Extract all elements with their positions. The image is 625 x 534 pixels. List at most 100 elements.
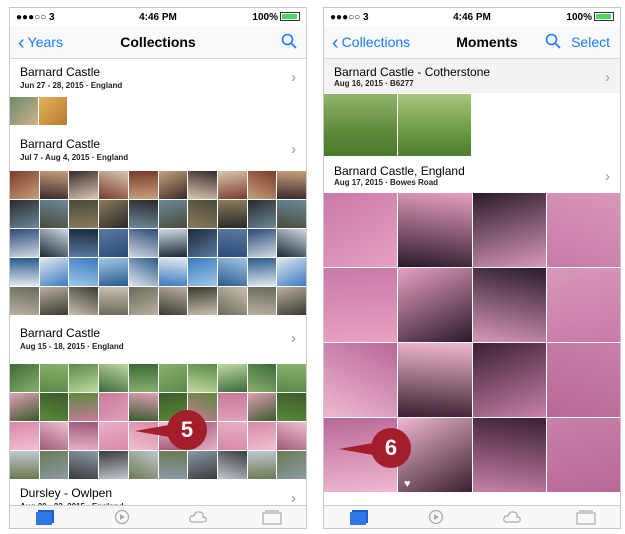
photos-tab-icon[interactable]: [350, 509, 370, 525]
photo-thumbnail[interactable]: [69, 200, 99, 228]
photo-thumbnail[interactable]: [158, 229, 188, 257]
photo-thumbnail[interactable]: [247, 171, 277, 199]
photo-thumbnail[interactable]: [277, 451, 306, 479]
photo-thumbnail[interactable]: [69, 393, 99, 421]
photo-thumbnail[interactable]: [217, 171, 247, 199]
photo-thumbnail[interactable]: [69, 451, 99, 479]
shared-cloud-icon[interactable]: [502, 509, 522, 525]
photo-thumbnail[interactable]: [277, 171, 306, 199]
photo-thumbnail[interactable]: [39, 287, 69, 315]
photo-thumbnail[interactable]: [217, 451, 247, 479]
photo-thumbnail[interactable]: [39, 258, 69, 286]
collection-thumbnails[interactable]: [10, 364, 306, 479]
photo-thumbnail[interactable]: [398, 193, 472, 267]
photo-thumbnail[interactable]: [546, 193, 620, 267]
photo-thumbnail[interactable]: [217, 258, 247, 286]
photos-tab-icon[interactable]: [36, 509, 56, 525]
photo-thumbnail[interactable]: [10, 364, 39, 392]
photo-thumbnail[interactable]: [158, 200, 188, 228]
photo-thumbnail[interactable]: [277, 393, 306, 421]
photo-thumbnail[interactable]: [546, 343, 620, 417]
photo-thumbnail[interactable]: [128, 287, 158, 315]
photo-thumbnail[interactable]: [546, 418, 620, 492]
photo-thumbnail[interactable]: [188, 287, 217, 315]
photo-thumbnail[interactable]: [247, 451, 277, 479]
search-icon[interactable]: [544, 32, 562, 50]
photo-thumbnail[interactable]: [472, 268, 546, 342]
moment-header[interactable]: Barnard Castle, England Aug 17, 2015 · B…: [324, 158, 620, 192]
photo-thumbnail[interactable]: [247, 200, 277, 228]
shared-cloud-icon[interactable]: [188, 509, 208, 525]
collection-header[interactable]: Barnard Castle Jun 27 - 28, 2015 · Engla…: [10, 59, 306, 97]
photo-thumbnail[interactable]: [39, 229, 69, 257]
photo-thumbnail[interactable]: [247, 229, 277, 257]
albums-tab-icon[interactable]: [576, 509, 596, 525]
photo-thumbnail[interactable]: [99, 200, 128, 228]
photo-thumbnail[interactable]: [324, 193, 398, 267]
photo-thumbnail[interactable]: [128, 258, 158, 286]
photo-thumbnail[interactable]: [128, 364, 158, 392]
photo-thumbnail[interactable]: [69, 287, 99, 315]
photo-thumbnail[interactable]: [10, 287, 39, 315]
photo-thumbnail[interactable]: [247, 258, 277, 286]
photo-thumbnail[interactable]: [247, 287, 277, 315]
photo-thumbnail[interactable]: [128, 200, 158, 228]
photo-thumbnail[interactable]: [188, 258, 217, 286]
photo-thumbnail[interactable]: [188, 229, 217, 257]
photo-thumbnail[interactable]: [247, 393, 277, 421]
photo-thumbnail[interactable]: [99, 258, 128, 286]
photo-thumbnail[interactable]: [10, 200, 39, 228]
photo-thumbnail[interactable]: [158, 287, 188, 315]
photo-thumbnail[interactable]: [39, 451, 69, 479]
photo-thumbnail[interactable]: [10, 451, 39, 479]
photo-thumbnail[interactable]: [128, 229, 158, 257]
search-icon[interactable]: [280, 32, 298, 50]
photo-thumbnail[interactable]: [277, 229, 306, 257]
photo-thumbnail[interactable]: [10, 229, 39, 257]
photo-thumbnail[interactable]: [99, 451, 128, 479]
photo-thumbnail[interactable]: [546, 268, 620, 342]
photo-thumbnail[interactable]: [188, 171, 217, 199]
photo-thumbnail[interactable]: [39, 364, 69, 392]
photo-thumbnail[interactable]: [158, 258, 188, 286]
collection-header[interactable]: Barnard Castle Aug 15 - 18, 2015 · Engla…: [10, 320, 306, 362]
photo-thumbnail[interactable]: [247, 422, 277, 450]
photo-thumbnail[interactable]: [10, 171, 39, 199]
photo-thumbnail[interactable]: [158, 171, 188, 199]
photo-thumbnail[interactable]: [398, 94, 471, 156]
photo-thumbnail[interactable]: [39, 422, 69, 450]
photo-thumbnail[interactable]: [99, 422, 128, 450]
photo-thumbnail[interactable]: [472, 343, 546, 417]
photo-thumbnail[interactable]: [158, 451, 188, 479]
photo-thumbnail[interactable]: [99, 393, 128, 421]
photo-thumbnail[interactable]: [10, 97, 38, 125]
photo-thumbnail[interactable]: [398, 268, 472, 342]
photo-thumbnail[interactable]: [217, 364, 247, 392]
photo-thumbnail[interactable]: [277, 200, 306, 228]
collection-thumbnails[interactable]: [10, 171, 306, 315]
photo-thumbnail[interactable]: [99, 287, 128, 315]
photo-thumbnail[interactable]: [128, 451, 158, 479]
photo-thumbnail[interactable]: [188, 200, 217, 228]
photo-thumbnail[interactable]: [247, 364, 277, 392]
photo-thumbnail[interactable]: [69, 258, 99, 286]
moment-thumbnails[interactable]: [324, 94, 471, 156]
photo-thumbnail[interactable]: [398, 343, 472, 417]
photo-thumbnail[interactable]: [69, 171, 99, 199]
photo-thumbnail[interactable]: [217, 200, 247, 228]
photo-thumbnail[interactable]: [217, 229, 247, 257]
photo-thumbnail[interactable]: [10, 258, 39, 286]
photo-thumbnail[interactable]: [324, 268, 398, 342]
photo-thumbnail[interactable]: [158, 364, 188, 392]
photo-thumbnail[interactable]: [39, 200, 69, 228]
photo-thumbnail[interactable]: [10, 422, 39, 450]
photo-thumbnail[interactable]: [217, 393, 247, 421]
photo-thumbnail[interactable]: [188, 451, 217, 479]
photo-thumbnail[interactable]: [277, 258, 306, 286]
photo-thumbnail[interactable]: [39, 171, 69, 199]
photo-thumbnail[interactable]: [69, 229, 99, 257]
photo-thumbnail[interactable]: [472, 418, 546, 492]
collection-thumbnails[interactable]: [10, 97, 67, 125]
photo-thumbnail[interactable]: [39, 97, 67, 125]
photo-thumbnail[interactable]: [324, 343, 398, 417]
